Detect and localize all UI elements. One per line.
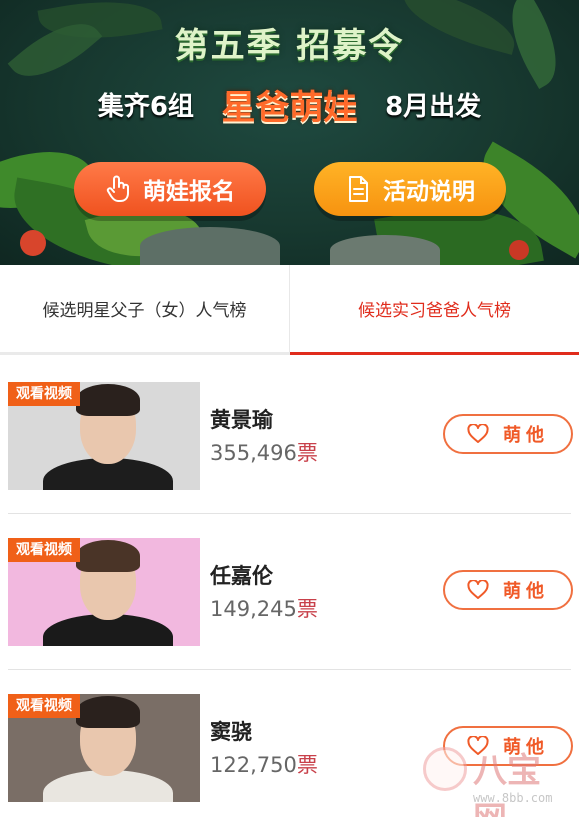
activity-info-button[interactable]: 活动说明: [314, 162, 506, 216]
candidate-name: 任嘉伦: [210, 564, 273, 588]
heart-icon: [467, 580, 489, 600]
vote-button-label: 萌他: [503, 581, 549, 602]
vote-count: 122,750: [210, 753, 297, 777]
candidate-row: 观看视频 黄景瑜 355,496票 萌他: [0, 358, 579, 514]
candidate-name: 窦骁: [210, 720, 252, 744]
vote-unit: 票: [296, 441, 318, 465]
watch-video-badge: 观看视频: [8, 538, 80, 562]
flower-decoration: [20, 230, 46, 256]
vote-button-label: 萌他: [503, 425, 549, 446]
candidate-row: 观看视频 任嘉伦 149,245票 萌他: [0, 514, 579, 670]
vote-unit: 票: [296, 753, 318, 777]
heart-icon: [467, 424, 489, 444]
headline-center: 星爸萌娃: [221, 88, 358, 128]
activity-info-label: 活动说明: [383, 179, 475, 205]
candidate-video-thumbnail[interactable]: 观看视频: [8, 694, 200, 802]
baby-signup-button[interactable]: 萌娃报名: [74, 162, 266, 216]
candidate-list: 观看视频 黄景瑜 355,496票 萌他 观看视频 任嘉伦 149,245票 萌…: [0, 358, 579, 817]
watch-video-badge: 观看视频: [8, 694, 80, 718]
vote-count: 355,496: [210, 441, 297, 465]
portrait-hair: [76, 384, 140, 416]
vote-button-label: 萌他: [503, 737, 549, 758]
vote-button[interactable]: 萌他: [443, 414, 573, 454]
rock-decoration: [330, 235, 440, 265]
recruitment-banner: 第五季 招募令 集齐6组 星爸萌娃 8月出发 萌娃报名 活动说明: [0, 0, 579, 265]
candidate-votes: 122,750票: [210, 749, 318, 779]
candidate-name: 黄景瑜: [210, 408, 273, 432]
vote-unit: 票: [296, 597, 318, 621]
candidate-video-thumbnail[interactable]: 观看视频: [8, 382, 200, 490]
vote-button[interactable]: 萌他: [443, 570, 573, 610]
tab-celebrity-parent-child-ranking[interactable]: 候选明星父子（女）人气榜: [0, 265, 290, 352]
watch-video-badge: 观看视频: [8, 382, 80, 406]
heart-icon: [467, 736, 489, 756]
ranking-tabs: 候选明星父子（女）人气榜 候选实习爸爸人气榜: [0, 265, 579, 355]
vote-button[interactable]: 萌他: [443, 726, 573, 766]
rock-decoration: [140, 227, 280, 265]
tab-intern-dad-ranking[interactable]: 候选实习爸爸人气榜: [290, 265, 579, 355]
candidate-votes: 355,496票: [210, 437, 318, 467]
flower-decoration: [509, 240, 529, 260]
document-icon: [345, 175, 371, 203]
banner-headline: 集齐6组 星爸萌娃 8月出发: [0, 80, 579, 129]
portrait-hair: [76, 696, 140, 728]
baby-signup-label: 萌娃报名: [143, 179, 235, 205]
hand-pointer-icon: [105, 175, 131, 203]
vote-count: 149,245: [210, 597, 297, 621]
headline-right: 8月出发: [385, 92, 482, 122]
candidate-video-thumbnail[interactable]: 观看视频: [8, 538, 200, 646]
candidate-row: 观看视频 窦骁 122,750票 萌他: [0, 670, 579, 817]
headline-left: 集齐6组: [97, 92, 194, 122]
portrait-hair: [76, 540, 140, 572]
season-title: 第五季 招募令: [174, 26, 405, 66]
candidate-votes: 149,245票: [210, 593, 318, 623]
